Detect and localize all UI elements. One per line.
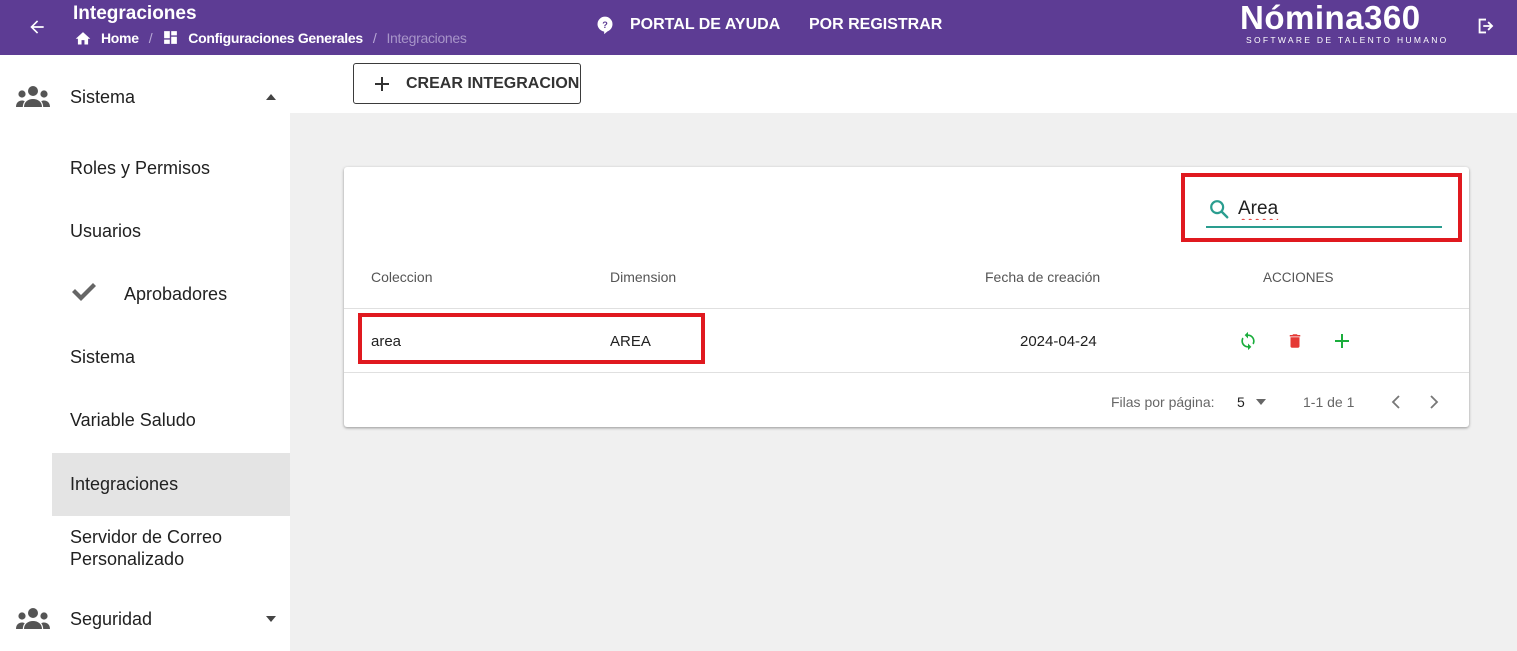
breadcrumb-config[interactable]: Configuraciones Generales	[162, 29, 363, 46]
sidebar-group-seguridad[interactable]: Seguridad	[0, 587, 290, 651]
breadcrumb-home[interactable]: Home	[74, 30, 139, 46]
home-icon	[75, 31, 91, 45]
create-integration-label: CREAR INTEGRACION	[406, 74, 580, 92]
cell-dimension: AREA	[610, 333, 651, 350]
logout-button[interactable]	[1472, 12, 1500, 40]
people-icon	[16, 86, 50, 107]
page-range: 1-1 de 1	[1303, 394, 1355, 410]
rows-per-page-label: Filas por página:	[1111, 394, 1215, 410]
rows-per-page-value: 5	[1237, 394, 1245, 410]
breadcrumb-separator: /	[372, 29, 377, 46]
sync-icon	[1241, 331, 1255, 351]
plus-icon	[375, 76, 389, 91]
row-divider	[344, 372, 1469, 373]
sidebar-item-aprobadores[interactable]: Aprobadores	[52, 263, 290, 326]
help-portal-label: PORTAL DE AYUDA	[630, 16, 781, 33]
back-button[interactable]	[22, 12, 52, 42]
chevron-left-icon	[1391, 395, 1400, 409]
check-icon	[72, 283, 96, 301]
page-title: Integraciones	[73, 3, 197, 24]
column-header-acciones: ACCIONES	[1263, 270, 1334, 285]
breadcrumb-home-label: Home	[101, 29, 139, 46]
header-divider	[344, 308, 1469, 309]
breadcrumb-separator: /	[148, 29, 153, 46]
prev-page-button[interactable]	[1384, 390, 1408, 414]
logo-subtitle: SOFTWARE DE TALENTO HUMANO	[1246, 35, 1449, 45]
logo-text: Nómina360	[1240, 0, 1421, 36]
sidebar-item-roles[interactable]: Roles y Permisos	[52, 137, 290, 200]
integrations-table-card: Coleccion Dimension Fecha de creación AC…	[344, 167, 1469, 427]
sidebar-item-sistema[interactable]: Sistema	[52, 326, 290, 389]
search-icon	[1210, 200, 1229, 219]
help-portal-link[interactable]: ? PORTAL DE AYUDA	[595, 15, 780, 35]
breadcrumb-config-label: Configuraciones Generales	[188, 29, 363, 46]
logout-icon	[1478, 18, 1494, 34]
arrow-left-icon	[30, 20, 44, 34]
brand-logo: Nómina360 SOFTWARE DE TALENTO HUMANO	[1240, 0, 1446, 48]
register-link[interactable]: POR REGISTRAR	[809, 16, 942, 34]
add-button[interactable]	[1330, 329, 1354, 353]
breadcrumb-current: Integraciones	[386, 29, 467, 46]
delete-icon	[1289, 334, 1301, 348]
cell-coleccion: area	[371, 333, 402, 350]
people-icon	[16, 608, 50, 629]
next-page-button[interactable]	[1422, 390, 1446, 414]
search-input[interactable]	[1238, 198, 1428, 220]
chevron-down-icon	[1255, 399, 1266, 405]
sidebar: Sistema Roles y Permisos Usuarios Aproba…	[0, 55, 290, 651]
sidebar-item-label: Usuarios	[70, 221, 142, 241]
sidebar-item-usuarios[interactable]: Usuarios	[52, 200, 290, 263]
rows-per-page-select[interactable]: 5	[1237, 391, 1277, 413]
column-header-coleccion[interactable]: Coleccion	[371, 269, 432, 285]
sidebar-item-label: Roles y Permisos	[70, 158, 211, 178]
column-header-dimension[interactable]: Dimension	[610, 269, 676, 285]
help-bubble-icon: ?	[597, 16, 613, 35]
breadcrumb: Home / Configuraciones Generales / Integ…	[74, 29, 467, 46]
sidebar-item-servidor-correo[interactable]: Servidor de Correo Personalizado	[52, 516, 252, 579]
chevron-right-icon	[1430, 395, 1439, 409]
sidebar-item-label: Sistema	[70, 347, 136, 367]
sidebar-group-sistema[interactable]: Sistema	[0, 65, 290, 129]
sidebar-group-label: Seguridad	[70, 608, 153, 629]
dashboard-icon	[164, 31, 178, 44]
column-header-fecha[interactable]: Fecha de creación	[985, 269, 1100, 285]
sidebar-item-variable-saludo[interactable]: Variable Saludo	[52, 389, 290, 452]
sidebar-item-label: Variable Saludo	[70, 410, 196, 430]
toolbar: CREAR INTEGRACION	[290, 55, 1517, 113]
delete-button[interactable]	[1283, 329, 1307, 353]
top-app-bar: Integraciones Home / Configuraciones Gen…	[0, 0, 1517, 55]
caret-down-icon	[266, 616, 276, 622]
sidebar-item-integraciones[interactable]: Integraciones	[52, 453, 290, 516]
create-integration-button[interactable]: CREAR INTEGRACION	[353, 63, 581, 104]
sidebar-item-label: Integraciones	[70, 474, 179, 494]
sidebar-item-label: Aprobadores	[124, 284, 228, 304]
add-icon	[1335, 334, 1349, 348]
sidebar-group-label: Sistema	[70, 86, 136, 107]
svg-text:?: ?	[602, 20, 608, 30]
sync-button[interactable]	[1236, 329, 1260, 353]
cell-fecha: 2024-04-24	[1020, 333, 1097, 350]
sidebar-item-label: Servidor de Correo Personalizado	[70, 526, 223, 569]
search-field	[1206, 192, 1442, 228]
caret-up-icon	[266, 94, 276, 100]
